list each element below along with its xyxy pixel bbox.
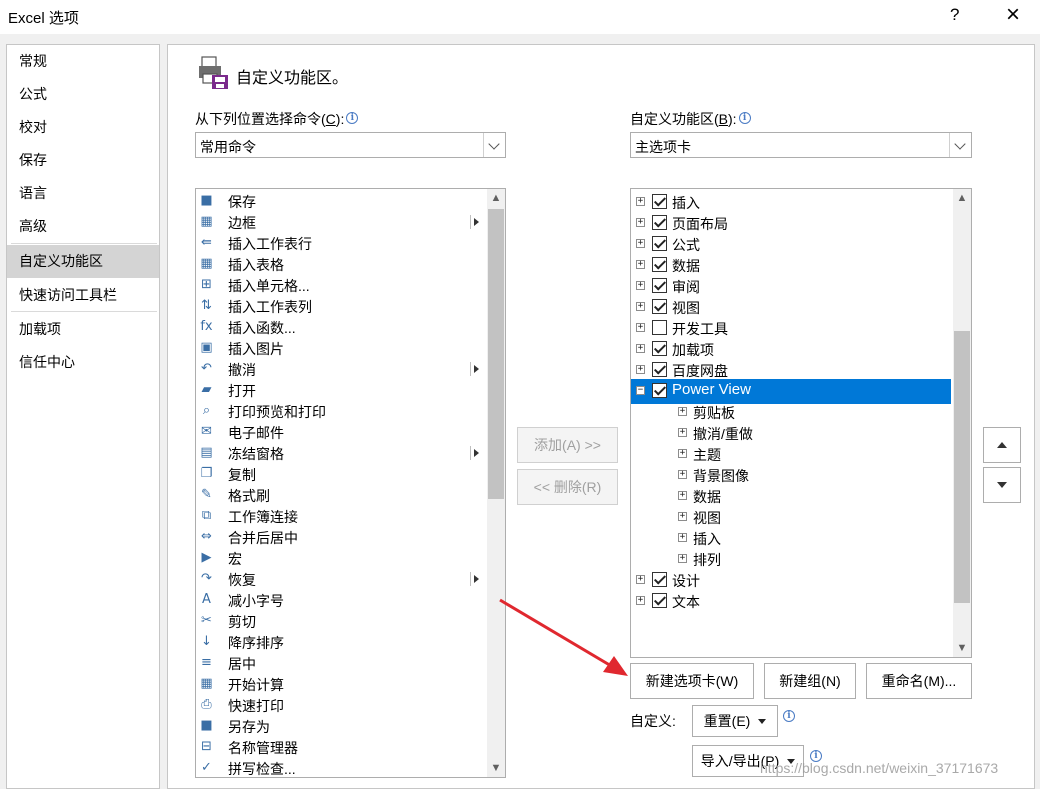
annotation-arrow	[499, 598, 628, 676]
watermark: https://blog.csdn.net/weixin_37171673	[760, 760, 999, 776]
